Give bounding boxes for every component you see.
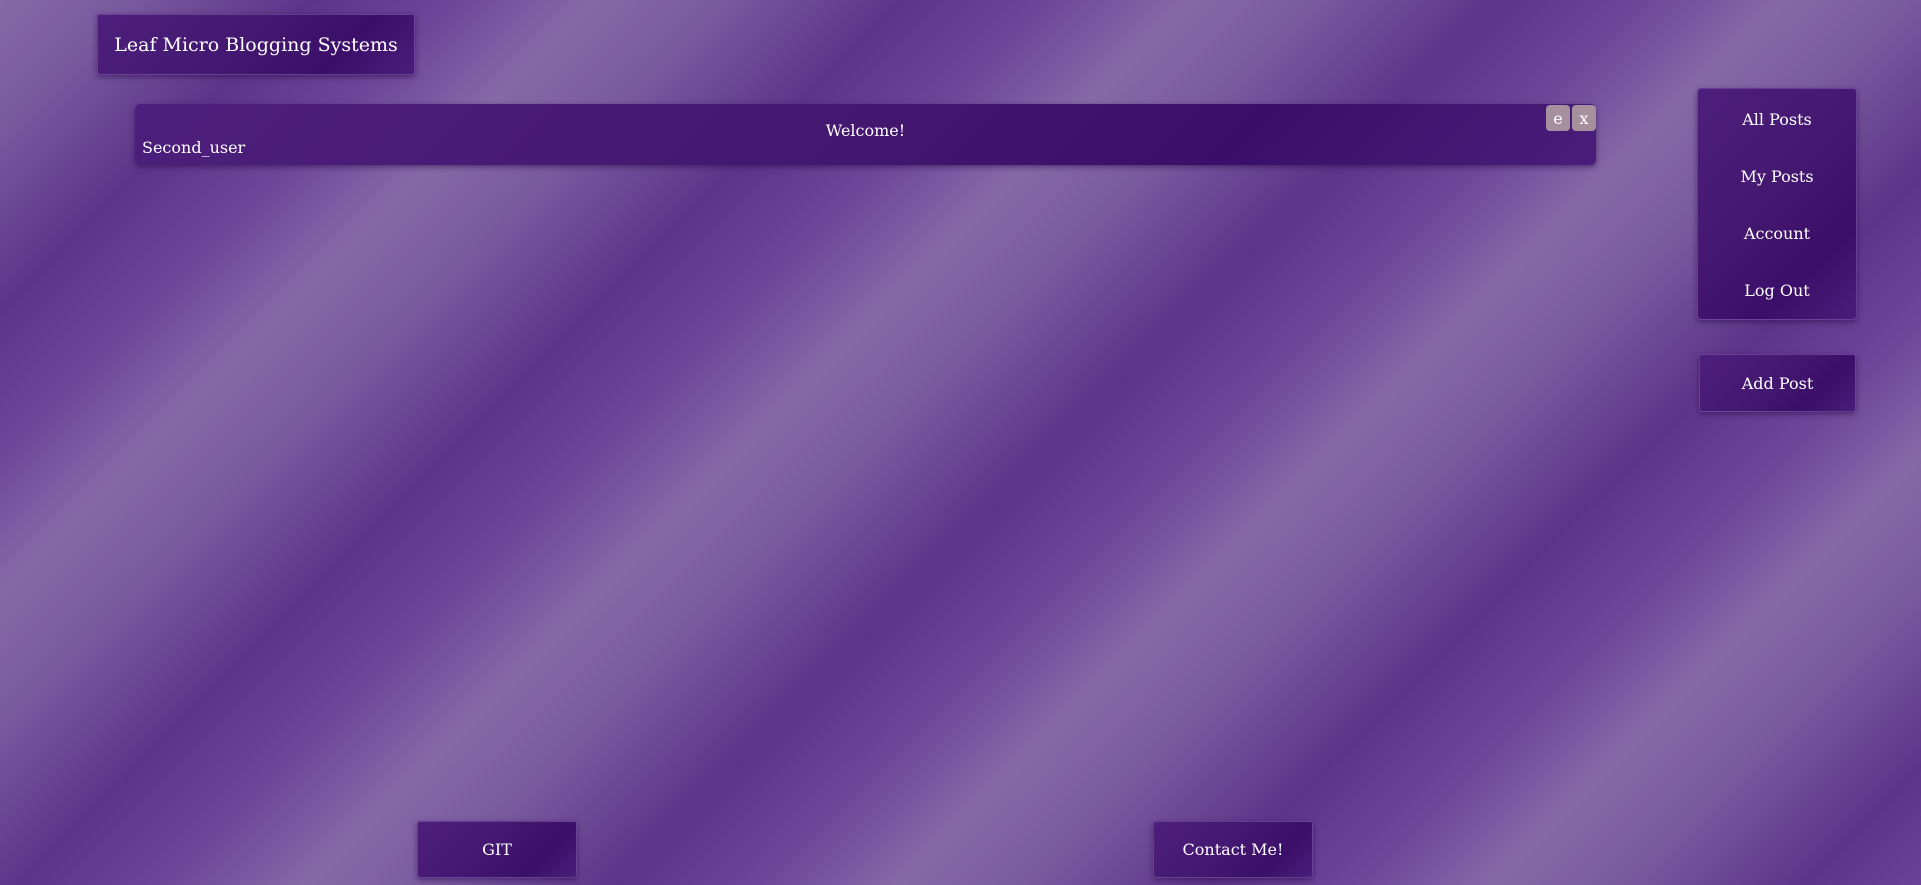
edit-post-button[interactable]: e: [1546, 105, 1570, 131]
nav-item-my-posts[interactable]: My Posts: [1698, 148, 1856, 205]
post-title: Welcome!: [825, 121, 906, 140]
nav-item-all-posts[interactable]: All Posts: [1698, 91, 1856, 148]
delete-post-button[interactable]: x: [1572, 105, 1596, 131]
post-card: Welcome! Second_user e x: [135, 104, 1596, 165]
git-button[interactable]: GIT: [417, 821, 577, 878]
nav-item-log-out[interactable]: Log Out: [1698, 262, 1856, 319]
post-author: Second_user: [142, 138, 246, 157]
nav-menu: All Posts My Posts Account Log Out: [1697, 88, 1857, 320]
add-post-button[interactable]: Add Post: [1699, 354, 1856, 412]
brand-title: Leaf Micro Blogging Systems: [97, 14, 415, 75]
contact-button[interactable]: Contact Me!: [1153, 821, 1313, 878]
nav-item-account[interactable]: Account: [1698, 205, 1856, 262]
page-background: { "brand": { "title": "Leaf Micro Bloggi…: [0, 0, 1921, 885]
